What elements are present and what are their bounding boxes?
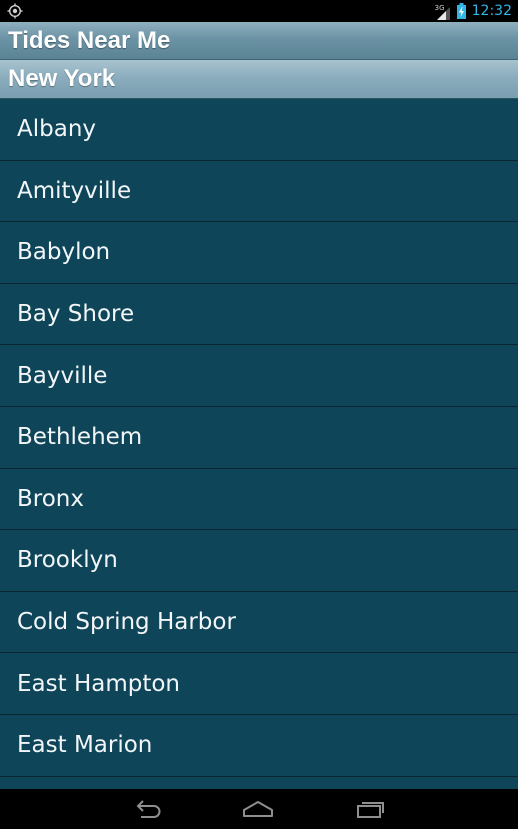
clock: 12:32: [471, 3, 512, 19]
list-item-label: Bay Shore: [17, 301, 135, 328]
status-bar: 3G 12:32: [0, 0, 518, 22]
state-header: New York: [0, 60, 518, 99]
list-item[interactable]: Bayville: [0, 345, 518, 407]
list-item[interactable]: East Marion: [0, 715, 518, 777]
app-title: Tides Near Me: [8, 26, 171, 54]
list-item-label: East Hampton: [17, 670, 180, 697]
list-item-label: Bayville: [17, 362, 108, 389]
list-item[interactable]: Babylon: [0, 222, 518, 284]
home-icon[interactable]: [238, 797, 278, 821]
list-item-label: East Marion: [17, 732, 153, 759]
list-item-label: Bronx: [17, 485, 84, 512]
state-title: New York: [8, 65, 116, 92]
list-item[interactable]: Cold Spring Harbor: [0, 592, 518, 654]
recent-apps-icon[interactable]: [350, 797, 390, 821]
list-item[interactable]: Brooklyn: [0, 530, 518, 592]
back-icon[interactable]: [128, 797, 168, 821]
battery-charging-icon: [456, 3, 466, 19]
list-item[interactable]: Bethlehem: [0, 407, 518, 469]
location-list[interactable]: Albany Amityville Babylon Bay Shore Bayv…: [0, 99, 518, 789]
list-item-label: Albany: [17, 116, 97, 143]
navigation-bar: [0, 789, 518, 829]
list-item[interactable]: Amityville: [0, 161, 518, 223]
list-item[interactable]: Bay Shore: [0, 284, 518, 346]
list-item[interactable]: Bronx: [0, 469, 518, 531]
location-target-icon: [7, 3, 23, 19]
list-item[interactable]: Albany: [0, 99, 518, 161]
status-indicators: 3G 12:32: [435, 0, 512, 22]
app-title-bar: Tides Near Me: [0, 22, 518, 60]
list-item-label: Cold Spring Harbor: [17, 609, 236, 636]
list-item-label: Amityville: [17, 177, 132, 204]
list-item[interactable]: East Hampton: [0, 653, 518, 715]
list-item-label: Babylon: [17, 239, 111, 266]
list-item-label: Bethlehem: [17, 424, 143, 451]
list-item-label: Brooklyn: [17, 547, 118, 574]
signal-icon: 3G: [435, 3, 451, 20]
